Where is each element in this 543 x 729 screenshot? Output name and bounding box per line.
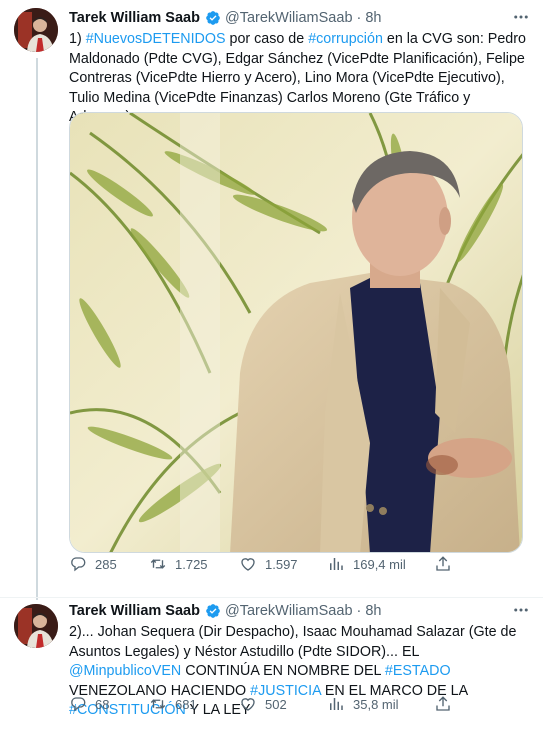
retweet-count: 1.725: [175, 556, 208, 572]
hashtag-link[interactable]: #ESTADO: [385, 663, 451, 679]
author-name[interactable]: Tarek William Saab: [69, 10, 200, 26]
retweet-count: 681: [175, 696, 197, 712]
share-icon: [436, 556, 450, 571]
text-segment: CONTINÚA EN NOMBRE DEL: [181, 663, 385, 679]
share-button[interactable]: [434, 554, 460, 574]
avatar[interactable]: [14, 604, 58, 648]
retweet-icon: [150, 559, 166, 569]
tweet-1[interactable]: Tarek William Saab @TarekWiliamSaab · 8h…: [0, 0, 543, 598]
author-handle[interactable]: @TarekWiliamSaab: [225, 10, 353, 26]
mention-link[interactable]: @MinpublicoVEN: [69, 663, 181, 679]
views-count: 169,4 mil: [353, 556, 406, 572]
like-icon: [241, 558, 255, 571]
tweet-content: Tarek William Saab @TarekWiliamSaab · 8h…: [69, 8, 528, 128]
separator-dot: ·: [356, 10, 362, 26]
share-button[interactable]: [434, 694, 460, 714]
views-icon: [330, 698, 343, 710]
hashtag-link[interactable]: #corrupción: [308, 31, 383, 47]
tweet-time[interactable]: 8h: [365, 10, 381, 26]
views-button[interactable]: 35,8 mil: [327, 694, 399, 714]
retweet-button[interactable]: 1.725: [149, 554, 208, 574]
like-button[interactable]: 1.597: [239, 554, 298, 574]
text-segment: 1): [69, 31, 86, 47]
verified-badge-icon: [205, 603, 221, 619]
like-count: 1.597: [265, 556, 298, 572]
views-icon: [330, 558, 343, 570]
reply-button[interactable]: 68: [69, 694, 109, 714]
reply-count: 68: [95, 696, 110, 712]
reply-count: 285: [95, 556, 117, 572]
more-options-icon[interactable]: [511, 601, 531, 621]
hashtag-link[interactable]: #NuevosDETENIDOS: [86, 31, 226, 47]
reply-icon: [71, 697, 86, 712]
avatar[interactable]: [14, 8, 58, 52]
like-count: 502: [265, 696, 287, 712]
like-button[interactable]: 502: [239, 694, 287, 714]
author-handle[interactable]: @TarekWiliamSaab: [225, 603, 353, 619]
reply-button[interactable]: 285: [69, 554, 117, 574]
views-button[interactable]: 169,4 mil: [327, 554, 406, 574]
retweet-button[interactable]: 681: [149, 694, 197, 714]
more-options-icon[interactable]: [511, 8, 531, 28]
like-icon: [241, 698, 255, 711]
retweet-icon: [150, 699, 166, 709]
tweet-time[interactable]: 8h: [365, 603, 381, 619]
text-segment: 2)... Johan Sequera (Dir Despacho), Isaa…: [69, 624, 517, 660]
tweet-2[interactable]: Tarek William Saab @TarekWiliamSaab · 8h…: [0, 598, 543, 729]
share-icon: [436, 696, 450, 711]
tweet-header: Tarek William Saab @TarekWiliamSaab · 8h: [69, 601, 528, 621]
views-count: 35,8 mil: [353, 696, 399, 712]
text-segment: por caso de: [225, 31, 309, 47]
tweet-header: Tarek William Saab @TarekWiliamSaab · 8h: [69, 8, 528, 28]
tweet-photo[interactable]: [69, 112, 523, 553]
verified-badge-icon: [205, 10, 221, 26]
author-name[interactable]: Tarek William Saab: [69, 603, 200, 619]
separator-dot: ·: [356, 603, 362, 619]
reply-icon: [71, 557, 86, 572]
